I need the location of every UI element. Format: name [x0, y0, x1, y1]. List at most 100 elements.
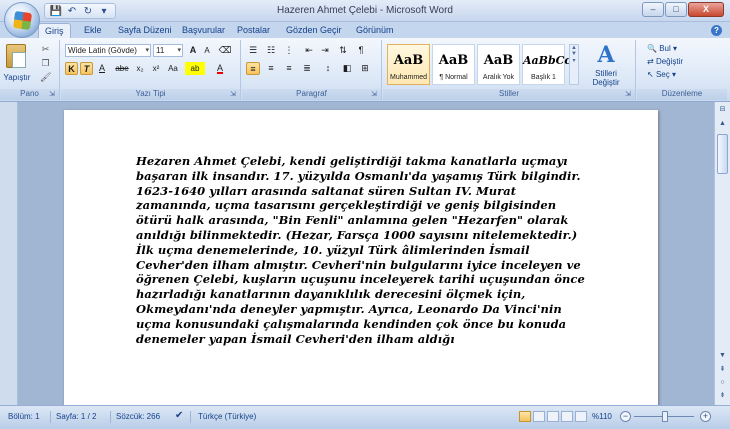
- tab-basvurular[interactable]: Başvurular: [182, 25, 225, 35]
- style-muhammed[interactable]: AaB Muhammed: [387, 44, 430, 85]
- style-name: Aralık Yok: [482, 74, 515, 81]
- shrink-font-button[interactable]: A: [201, 44, 213, 57]
- tab-sayfa-duzeni[interactable]: Sayfa Düzeni: [118, 25, 172, 35]
- tab-postalar[interactable]: Postalar: [237, 25, 270, 35]
- font-launcher-icon[interactable]: ⇲: [230, 91, 238, 99]
- previous-page-icon[interactable]: ⇞: [717, 364, 728, 375]
- align-left-icon[interactable]: ≡: [246, 62, 260, 75]
- replace-button[interactable]: ⇄ Değiştir: [647, 57, 683, 66]
- document-page[interactable]: Hezaren Ahmet Çelebi, kendi geliştirdiği…: [64, 110, 658, 405]
- justify-icon[interactable]: ≣: [300, 62, 314, 75]
- underline-button[interactable]: A: [96, 62, 108, 75]
- align-right-icon[interactable]: ≡: [282, 62, 296, 75]
- style-normal[interactable]: AaB ¶ Normal: [432, 44, 475, 85]
- quick-access-toolbar: 💾 ↶ ↻ ▾: [44, 3, 116, 19]
- paragraph-group: ☰ ☷ ⋮ ⇤ ⇥ ⇅ ¶ ≡ ≡ ≡ ≣ ↕ ◧ ⊞ Paragraf ⇲: [242, 40, 382, 100]
- ruler-toggle-icon[interactable]: ⊟: [717, 104, 728, 115]
- font-group-label: Yazı Tipi: [61, 89, 240, 100]
- language-indicator[interactable]: Türkçe (Türkiye): [198, 412, 256, 421]
- change-case-button[interactable]: Aa: [165, 62, 181, 75]
- scroll-down-icon[interactable]: ▼: [717, 350, 728, 361]
- font-size-value: 11: [156, 46, 165, 55]
- style-sample: AaBbCcI: [523, 54, 577, 67]
- zoom-out-icon[interactable]: −: [620, 411, 631, 422]
- bold-button[interactable]: K: [65, 62, 78, 75]
- redo-icon[interactable]: ↻: [81, 5, 95, 17]
- browse-object-icon[interactable]: ○: [717, 377, 728, 388]
- maximize-button[interactable]: □: [665, 2, 687, 17]
- sort-icon[interactable]: ⇅: [336, 44, 350, 57]
- help-icon[interactable]: ?: [711, 25, 722, 36]
- proofing-icon[interactable]: ✔: [175, 410, 183, 421]
- align-center-icon[interactable]: ≡: [264, 62, 278, 75]
- customize-qat-icon[interactable]: ▾: [97, 5, 111, 17]
- find-label: Bul: [659, 44, 671, 53]
- paste-button[interactable]: Yapıştır: [0, 73, 34, 82]
- document-text[interactable]: Hezaren Ahmet Çelebi, kendi geliştirdiği…: [136, 154, 586, 346]
- superscript-button[interactable]: x²: [149, 62, 163, 75]
- web-layout-view-button[interactable]: [547, 411, 559, 422]
- shading-icon[interactable]: ◧: [340, 62, 354, 75]
- replace-label: Değiştir: [655, 57, 684, 66]
- save-icon[interactable]: 💾: [49, 5, 63, 17]
- style-name: Muhammed: [390, 74, 427, 81]
- font-family-select[interactable]: Wide Latin (Gövde) ▾: [65, 44, 151, 57]
- zoom-in-icon[interactable]: +: [700, 411, 711, 422]
- style-no-spacing[interactable]: AaB Aralık Yok: [477, 44, 520, 85]
- next-page-icon[interactable]: ⇟: [717, 390, 728, 401]
- section-indicator[interactable]: Bölüm: 1: [8, 412, 40, 421]
- vertical-scrollbar[interactable]: ⊟ ▲ ▼ ⇞ ○ ⇟: [714, 102, 730, 405]
- copy-icon[interactable]: ❐: [40, 58, 51, 69]
- italic-button[interactable]: T: [80, 62, 93, 75]
- pilcrow-icon[interactable]: ¶: [354, 44, 368, 57]
- print-layout-view-button[interactable]: [519, 411, 531, 422]
- find-button[interactable]: 🔍 Bul ▾: [647, 44, 677, 53]
- status-divider: [50, 411, 51, 423]
- styles-gallery-scroll[interactable]: ▲ ▼ ▾: [569, 44, 579, 85]
- subscript-button[interactable]: x₂: [133, 62, 147, 75]
- decrease-indent-icon[interactable]: ⇤: [302, 44, 316, 57]
- increase-indent-icon[interactable]: ⇥: [318, 44, 332, 57]
- outline-view-button[interactable]: [561, 411, 573, 422]
- highlight-button[interactable]: ab: [185, 62, 205, 75]
- style-heading-1[interactable]: AaBbCcI Başlık 1: [522, 44, 577, 85]
- page-indicator[interactable]: Sayfa: 1 / 2: [56, 412, 96, 421]
- scroll-thumb[interactable]: [717, 134, 728, 174]
- font-size-select[interactable]: 11 ▾: [153, 44, 183, 57]
- close-button[interactable]: X: [688, 2, 724, 17]
- zoom-slider-thumb[interactable]: [661, 411, 668, 422]
- chevron-down-icon: ▾: [145, 47, 149, 54]
- office-button[interactable]: [4, 2, 40, 38]
- styles-launcher-icon[interactable]: ⇲: [625, 91, 633, 99]
- format-painter-icon[interactable]: 🖌: [40, 72, 51, 83]
- clipboard-launcher-icon[interactable]: ⇲: [49, 91, 57, 99]
- bullets-icon[interactable]: ☰: [246, 44, 260, 57]
- borders-icon[interactable]: ⊞: [358, 62, 372, 75]
- tab-ekle[interactable]: Ekle: [84, 25, 102, 35]
- word-count[interactable]: Sözcük: 266: [116, 412, 160, 421]
- clear-format-icon[interactable]: ⌫: [217, 44, 233, 57]
- scroll-up-icon[interactable]: ▲: [717, 118, 728, 129]
- select-button[interactable]: ↖ Seç ▾: [647, 70, 676, 79]
- undo-icon[interactable]: ↶: [65, 5, 79, 17]
- office-logo-icon: [12, 10, 33, 31]
- font-color-button[interactable]: A: [211, 62, 229, 75]
- tab-gozden-gecir[interactable]: Gözden Geçir: [286, 25, 342, 35]
- paragraph-launcher-icon[interactable]: ⇲: [371, 91, 379, 99]
- cut-icon[interactable]: ✂: [40, 44, 51, 55]
- numbering-icon[interactable]: ☷: [264, 44, 278, 57]
- multilevel-list-icon[interactable]: ⋮: [282, 44, 296, 57]
- zoom-level[interactable]: %110: [592, 412, 612, 421]
- line-spacing-icon[interactable]: ↕: [320, 62, 336, 75]
- style-name: Başlık 1: [531, 74, 556, 81]
- minimize-button[interactable]: –: [642, 2, 664, 17]
- editing-group-label: Düzenleme: [637, 89, 727, 100]
- paste-icon[interactable]: [6, 44, 26, 68]
- grow-font-button[interactable]: A: [187, 44, 199, 57]
- change-styles-button[interactable]: A Stilleri Değiştir: [585, 42, 627, 88]
- full-screen-reading-view-button[interactable]: [533, 411, 545, 422]
- strikethrough-button[interactable]: abe: [113, 62, 131, 75]
- left-margin-bar: [0, 102, 18, 405]
- tab-gorunum[interactable]: Görünüm: [356, 25, 394, 35]
- draft-view-button[interactable]: [575, 411, 587, 422]
